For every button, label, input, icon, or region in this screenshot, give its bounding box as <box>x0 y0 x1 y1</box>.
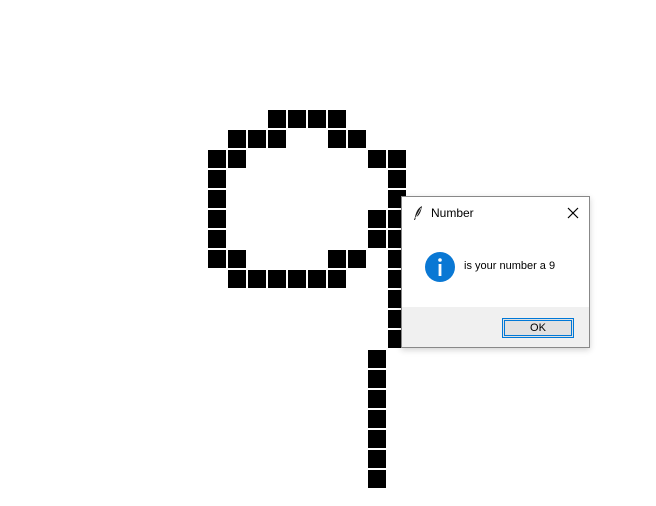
dialog-title: Number <box>431 206 474 220</box>
grid-cell <box>367 349 387 369</box>
grid-cell <box>307 109 327 129</box>
grid-cell <box>247 269 267 289</box>
dialog-footer: OK <box>402 307 589 347</box>
grid-cell <box>207 249 227 269</box>
grid-cell <box>227 149 247 169</box>
grid-cell <box>267 129 287 149</box>
grid-cell <box>207 189 227 209</box>
grid-cell <box>207 229 227 249</box>
grid-cell <box>227 129 247 149</box>
dialog-titlebar[interactable]: Number <box>402 197 589 229</box>
grid-cell <box>207 169 227 189</box>
grid-cell <box>367 229 387 249</box>
grid-cell <box>287 109 307 129</box>
grid-cell <box>367 409 387 429</box>
grid-cell <box>327 109 347 129</box>
grid-cell <box>267 109 287 129</box>
feather-icon <box>414 206 422 220</box>
grid-cell <box>367 369 387 389</box>
grid-cell <box>327 249 347 269</box>
grid-cell <box>327 129 347 149</box>
info-icon <box>425 252 455 282</box>
grid-cell <box>247 129 267 149</box>
grid-cell <box>347 129 367 149</box>
grid-cell <box>367 429 387 449</box>
grid-cell <box>367 389 387 409</box>
grid-cell <box>367 149 387 169</box>
grid-cell <box>227 269 247 289</box>
grid-cell <box>267 269 287 289</box>
grid-cell <box>207 149 227 169</box>
ok-button[interactable]: OK <box>502 318 574 338</box>
grid-cell <box>227 249 247 269</box>
dialog-message: is your number a 9 <box>464 260 556 272</box>
grid-cell <box>307 269 327 289</box>
close-icon <box>567 207 579 219</box>
grid-cell <box>347 249 367 269</box>
grid-cell <box>207 209 227 229</box>
grid-cell <box>367 209 387 229</box>
grid-cell <box>367 449 387 469</box>
grid-cell <box>387 149 407 169</box>
dialog-content: is your number a 9 <box>402 229 589 307</box>
close-button[interactable] <box>557 197 589 229</box>
message-dialog: Number is your number a 9 OK <box>401 196 590 348</box>
grid-cell <box>367 469 387 489</box>
grid-cell <box>327 269 347 289</box>
grid-cell <box>287 269 307 289</box>
grid-cell <box>387 169 407 189</box>
